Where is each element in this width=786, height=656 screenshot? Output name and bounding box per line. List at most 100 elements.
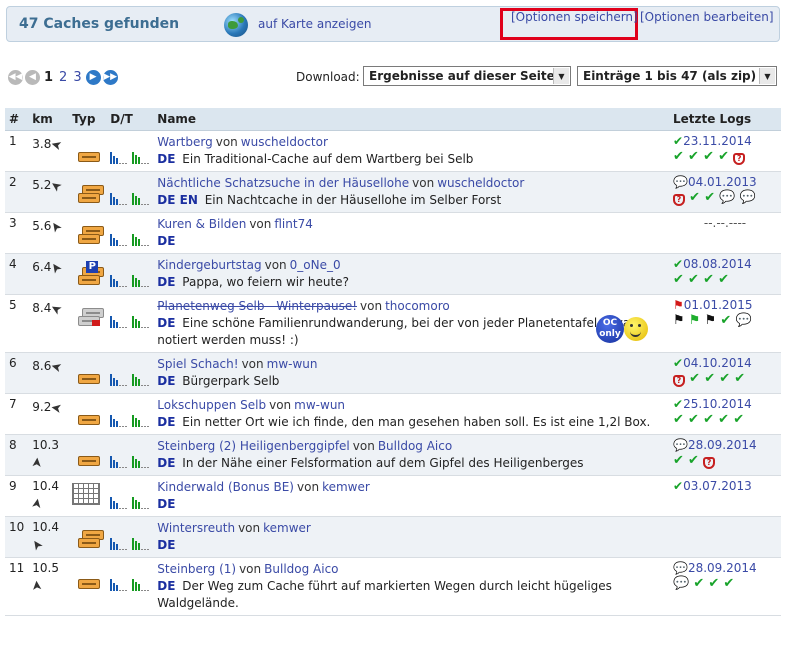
owner-link[interactable]: Bulldog Aico bbox=[378, 439, 452, 453]
last-log[interactable]: ✔25.10.2014 bbox=[673, 397, 777, 411]
name-cell: Kindergeburtstag von 0_oNe_0 DE Pappa, wo f… bbox=[153, 253, 669, 295]
cache-name-link[interactable]: Steinberg (1) bbox=[157, 562, 236, 576]
owner-link[interactable]: mw-wun bbox=[267, 357, 318, 371]
show-on-map-link[interactable]: auf Karte anzeigen bbox=[258, 17, 371, 31]
next-page-icon[interactable]: ▶ bbox=[85, 69, 101, 85]
chevron-down-icon[interactable]: ▼ bbox=[553, 68, 569, 84]
last-log-date: 25.10.2014 bbox=[683, 396, 752, 411]
owner-link[interactable]: kemwer bbox=[263, 521, 311, 535]
cache-name-link[interactable]: Lokschuppen Selb bbox=[157, 398, 266, 412]
recent-log-icons[interactable]: ? ✔ ✔ 💬 💬 bbox=[673, 189, 777, 206]
col-name[interactable]: Name bbox=[153, 108, 669, 131]
bonus-cache-icon bbox=[72, 482, 101, 505]
flag-icon: ⚑ bbox=[673, 297, 684, 312]
cache-type-icon bbox=[72, 142, 102, 164]
page-3[interactable]: 3 bbox=[73, 70, 81, 85]
owner-link[interactable]: mw-wun bbox=[294, 398, 345, 412]
cache-name-link[interactable]: Steinberg (2) Heiligenberggipfel bbox=[157, 439, 349, 453]
table-row: 2 5.2➤ Nächtliche Schatzsuche in der Häuse… bbox=[5, 171, 781, 213]
recent-log-icons[interactable]: ✔ ✔ ✔ ✔ ✔ bbox=[673, 411, 777, 428]
download-range-select[interactable]: Einträge 1 bis 47 (als zip) ▼ bbox=[577, 66, 777, 86]
recent-log-icons[interactable]: ⚑ ⚑ ⚑ ✔ 💬 bbox=[673, 312, 777, 329]
owner-link[interactable]: 0_oNe_0 bbox=[290, 258, 341, 272]
note-icon: 💬 bbox=[673, 174, 688, 189]
cache-type-icon bbox=[72, 364, 102, 386]
distance-cell: 8.4➤ bbox=[28, 294, 69, 353]
owner-link[interactable]: wuscheldoctor bbox=[437, 176, 524, 190]
distance-cell: 5.2➤ bbox=[28, 171, 69, 213]
table-row: 3 5.6➤ Kuren & Bilden von flint74 DE --.--.---… bbox=[5, 212, 781, 254]
owner-link[interactable]: thocomoro bbox=[385, 299, 450, 313]
owner-link[interactable]: kemwer bbox=[322, 480, 370, 494]
by-label: von bbox=[249, 216, 272, 231]
name-cell: Steinberg (2) Heiligenberggipfel von Bulld… bbox=[153, 434, 669, 476]
recent-log-icons[interactable]: ✔ ✔ ✔ ✔ bbox=[673, 271, 777, 288]
prev-page-icon[interactable]: ◀ bbox=[25, 69, 40, 85]
name-cell: Steinberg (1) von Bulldog Aico DE Der Weg z… bbox=[153, 557, 669, 616]
last-log[interactable]: ⚑01.01.2015 bbox=[673, 298, 777, 312]
owner-link[interactable]: flint74 bbox=[274, 217, 312, 231]
cache-type-icon: P bbox=[72, 260, 105, 287]
last-log-date: 08.08.2014 bbox=[683, 256, 752, 271]
found-icon: ✔ bbox=[673, 355, 684, 370]
cache-name-link[interactable]: Nächtliche Schatzsuche in der Häusellohe bbox=[157, 176, 409, 190]
col-logs[interactable]: Letzte Logs bbox=[669, 108, 781, 131]
last-log[interactable]: ✔03.07.2013 bbox=[673, 479, 777, 493]
name-cell: Wintersreuth von kemwer DE bbox=[153, 516, 669, 558]
cache-type-icon bbox=[72, 405, 102, 427]
table-row: 6 8.6➤ Spiel Schach! von mw-wun DE Bürgerpark… bbox=[5, 352, 781, 394]
col-typ[interactable]: Typ bbox=[68, 108, 107, 131]
last-log[interactable]: ✔04.10.2014 bbox=[673, 356, 777, 370]
distance-cell: 5.6➤ bbox=[28, 212, 69, 254]
last-log-date: 28.09.2014 bbox=[687, 560, 757, 575]
globe-icon[interactable] bbox=[224, 13, 248, 37]
name-cell: Kinderwald (Bonus BE) von kemwer DE bbox=[153, 475, 669, 517]
last-log[interactable]: ✔08.08.2014 bbox=[673, 257, 777, 271]
cache-description: Ein Traditional-Cache auf dem Wartberg b… bbox=[182, 151, 474, 166]
name-cell: Wartberg von wuscheldoctor DE Ein Tradition… bbox=[153, 130, 669, 172]
cache-name-link[interactable]: Wintersreuth bbox=[157, 521, 235, 535]
name-cell: Spiel Schach! von mw-wun DE Bürgerpark Selb bbox=[153, 352, 669, 394]
last-log[interactable]: 💬28.09.2014 bbox=[673, 561, 777, 575]
distance-cell: 10.4 ➤ bbox=[28, 475, 69, 517]
owner-link[interactable]: wuscheldoctor bbox=[241, 135, 328, 149]
download-scope-select[interactable]: Ergebnisse auf dieser Seite ▼ bbox=[363, 66, 571, 86]
last-log[interactable]: ✔23.11.2014 bbox=[673, 134, 777, 148]
recent-log-icons[interactable]: ✔ ✔ ✔ ✔ ? bbox=[673, 148, 777, 165]
col-km[interactable]: km bbox=[28, 108, 69, 131]
last-log[interactable]: 💬28.09.2014 bbox=[673, 438, 777, 452]
cache-name-link[interactable]: Kinderwald (Bonus BE) bbox=[157, 480, 294, 494]
cache-name-link[interactable]: Kuren & Bilden bbox=[157, 217, 246, 231]
save-options-link[interactable]: [Optionen speichern] bbox=[511, 10, 638, 24]
cache-name-link[interactable]: Planetenweg Selb - Winterpause! bbox=[157, 299, 357, 313]
first-page-icon[interactable]: ◀◀ bbox=[8, 69, 23, 85]
by-label: von bbox=[264, 257, 287, 272]
direction-arrow-icon: ➤ bbox=[29, 578, 46, 592]
cache-name-link[interactable]: Kindergeburtstag bbox=[157, 258, 261, 272]
by-label: von bbox=[215, 134, 238, 149]
cache-type-icon bbox=[72, 569, 102, 591]
chevron-down-icon[interactable]: ▼ bbox=[759, 68, 775, 84]
recent-log-icons[interactable]: ? ✔ ✔ ✔ ✔ bbox=[673, 370, 777, 387]
last-page-icon[interactable]: ▶▶ bbox=[102, 69, 118, 85]
found-icon: ✔ bbox=[673, 478, 684, 493]
row-number: 8 bbox=[5, 434, 29, 476]
col-dt[interactable]: D/T bbox=[106, 108, 154, 131]
table-header-row: # km Typ D/T Name Letzte Logs bbox=[5, 108, 781, 131]
last-log[interactable]: 💬04.01.2013 bbox=[673, 175, 777, 189]
cache-name-link[interactable]: Spiel Schach! bbox=[157, 357, 238, 371]
row-number: 2 bbox=[5, 171, 29, 213]
edit-options-link[interactable]: [Optionen bearbeiten] bbox=[640, 10, 774, 24]
cache-name-link[interactable]: Wartberg bbox=[157, 135, 212, 149]
owner-link[interactable]: Bulldog Aico bbox=[264, 562, 338, 576]
distance-km: 10.4 bbox=[32, 478, 59, 493]
type-cell bbox=[68, 557, 107, 616]
col-num[interactable]: # bbox=[5, 108, 29, 131]
row-number: 3 bbox=[5, 212, 29, 254]
page-2[interactable]: 2 bbox=[59, 70, 67, 85]
cache-description: In der Nähe einer Felsformation auf dem … bbox=[182, 455, 584, 470]
row-number: 4 bbox=[5, 253, 29, 295]
dt-cell bbox=[106, 516, 154, 558]
recent-log-icons[interactable]: 💬 ✔ ✔ ✔ bbox=[673, 575, 777, 592]
recent-log-icons[interactable]: ✔ ✔ ? bbox=[673, 452, 777, 469]
